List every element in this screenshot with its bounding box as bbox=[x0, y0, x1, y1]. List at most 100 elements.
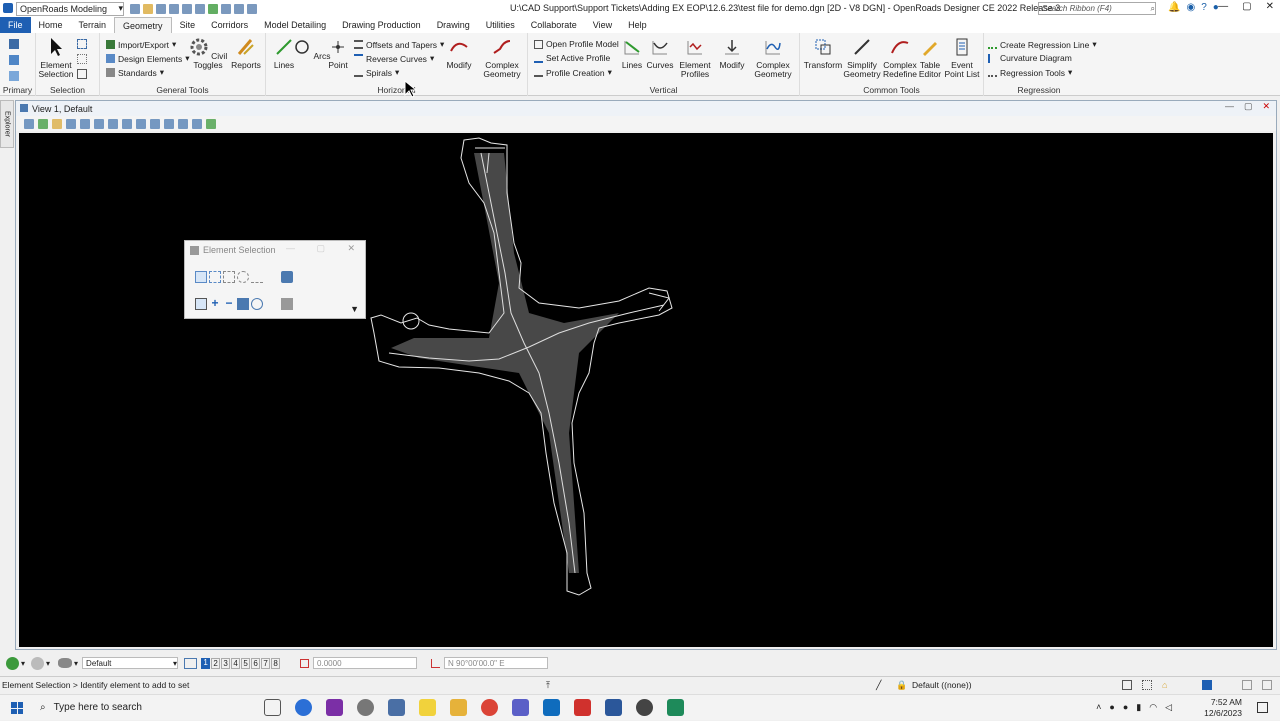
minimize-icon[interactable]: — bbox=[1218, 1, 1228, 12]
attach-tools-icon[interactable] bbox=[9, 55, 19, 65]
reports-button[interactable]: Reports bbox=[226, 37, 266, 70]
notifications-icon[interactable] bbox=[1257, 702, 1268, 713]
distance-input[interactable]: 0.0000 bbox=[313, 657, 418, 669]
onenote-icon[interactable] bbox=[326, 699, 343, 716]
tab-corridors[interactable]: Corridors bbox=[203, 17, 256, 33]
connection-icon[interactable]: ◉ bbox=[1186, 2, 1195, 13]
snap-icon[interactable]: ╱ bbox=[876, 680, 881, 691]
view-button-6[interactable]: 6 bbox=[251, 657, 261, 669]
tool-settings-icon[interactable]: ⤒ bbox=[546, 680, 550, 691]
modify-button[interactable]: Modify bbox=[439, 37, 479, 70]
chevron-down-icon[interactable]: ▾ bbox=[74, 659, 78, 668]
tab-home[interactable]: Home bbox=[31, 17, 71, 33]
microphone-icon[interactable]: ▮ bbox=[1136, 702, 1141, 713]
taskbar-clock[interactable]: 7:52 AM 12/6/2023 bbox=[1204, 695, 1242, 721]
point-button[interactable]: Point bbox=[318, 37, 358, 70]
tab-help[interactable]: Help bbox=[620, 17, 655, 33]
element-profiles-button[interactable]: Element Profiles bbox=[675, 37, 715, 79]
transform-button[interactable]: Transform bbox=[803, 37, 843, 70]
offsets-tapers-button[interactable]: Offsets and Tapers ▾ bbox=[354, 39, 444, 50]
view-button-5[interactable]: 5 bbox=[241, 657, 251, 669]
file-explorer-icon[interactable] bbox=[450, 699, 467, 716]
app-shortcut-icon[interactable] bbox=[295, 699, 312, 716]
close-icon[interactable]: ✕ bbox=[347, 243, 355, 254]
design-elements-button[interactable]: Design Elements ▾ bbox=[106, 53, 190, 64]
ribbon-search-input[interactable]: Search Ribbon (F4) ⌕ bbox=[1038, 2, 1156, 15]
active-level[interactable]: Default ((none)) bbox=[912, 680, 972, 690]
tray-app-icon[interactable]: ● bbox=[1109, 702, 1114, 713]
tab-model-detailing[interactable]: Model Detailing bbox=[256, 17, 334, 33]
redo-icon[interactable] bbox=[195, 3, 205, 14]
tray-app-icon[interactable]: ● bbox=[1123, 702, 1128, 713]
maximize-icon[interactable]: ▢ bbox=[1242, 1, 1251, 12]
calculator-icon[interactable] bbox=[388, 699, 405, 716]
tab-terrain[interactable]: Terrain bbox=[71, 17, 115, 33]
view-button-2[interactable]: 2 bbox=[211, 657, 221, 669]
curvature-diagram-button[interactable]: Curvature Diagram bbox=[988, 53, 1072, 63]
drawing-canvas[interactable] bbox=[19, 133, 1273, 647]
pin-icon[interactable] bbox=[208, 3, 218, 14]
individual-method-icon[interactable] bbox=[195, 271, 207, 283]
shape-method-icon[interactable] bbox=[223, 271, 235, 283]
select-all-icon[interactable] bbox=[281, 298, 293, 310]
view-group-dropdown[interactable]: Default ▾ bbox=[82, 657, 179, 669]
open-file-icon[interactable] bbox=[143, 3, 153, 14]
select-all-icon[interactable] bbox=[77, 39, 87, 49]
select-all-mode-icon[interactable] bbox=[251, 298, 263, 310]
view-button-4[interactable]: 4 bbox=[231, 657, 241, 669]
tab-file[interactable]: File bbox=[0, 17, 31, 33]
maximize-icon[interactable]: ▢ bbox=[316, 243, 325, 254]
message-center-icon[interactable] bbox=[1202, 680, 1212, 690]
app-icon[interactable] bbox=[636, 699, 653, 716]
properties-icon[interactable] bbox=[9, 71, 19, 81]
settings-icon[interactable] bbox=[247, 3, 257, 14]
clear-selection-icon[interactable] bbox=[281, 271, 293, 283]
set-active-profile-button[interactable]: Set Active Profile bbox=[534, 53, 610, 63]
tab-site[interactable]: Site bbox=[172, 17, 204, 33]
publish-icon[interactable] bbox=[234, 3, 244, 14]
event-point-list-button[interactable]: Event Point List bbox=[942, 37, 982, 79]
help-icon[interactable]: ? bbox=[1201, 2, 1207, 13]
save-icon[interactable] bbox=[156, 3, 166, 14]
view-button-3[interactable]: 3 bbox=[221, 657, 231, 669]
vertical-complex-geometry-button[interactable]: Complex Geometry bbox=[750, 37, 796, 79]
explorer-side-tab[interactable]: Explorer bbox=[0, 100, 14, 148]
view-status-icon[interactable] bbox=[1262, 680, 1272, 690]
regression-tools-button[interactable]: Regression Tools ▾ bbox=[988, 67, 1072, 78]
expand-dialog-icon[interactable]: ▼ bbox=[350, 304, 359, 314]
fit-view-icon[interactable] bbox=[122, 118, 132, 129]
clear-selection-icon[interactable] bbox=[77, 69, 87, 79]
profile-creation-button[interactable]: Profile Creation ▾ bbox=[534, 67, 612, 78]
home-status-icon[interactable]: ⌂ bbox=[1162, 680, 1167, 690]
wifi-icon[interactable]: ◠ bbox=[1149, 702, 1157, 713]
view-groups-icon[interactable] bbox=[184, 657, 198, 669]
chevron-down-icon[interactable]: ▾ bbox=[46, 659, 50, 668]
new-file-icon[interactable] bbox=[130, 3, 140, 14]
windows-start-icon[interactable] bbox=[11, 702, 23, 714]
chrome-icon[interactable] bbox=[481, 699, 498, 716]
explorer-icon[interactable] bbox=[9, 39, 19, 49]
model-icon[interactable] bbox=[58, 658, 73, 668]
bearing-input[interactable]: N 90°00'00.0" E bbox=[444, 657, 549, 669]
minimize-icon[interactable]: — bbox=[286, 243, 295, 253]
vertical-modify-button[interactable]: Modify bbox=[712, 37, 752, 70]
task-view-icon[interactable] bbox=[264, 699, 281, 716]
view-attributes-icon[interactable] bbox=[24, 118, 34, 129]
create-regression-line-button[interactable]: Create Regression Line ▾ bbox=[988, 39, 1097, 50]
sticky-notes-icon[interactable] bbox=[419, 699, 436, 716]
new-mode-icon[interactable] bbox=[195, 298, 207, 310]
back-icon[interactable] bbox=[6, 656, 19, 670]
taskbar-search-input[interactable]: ⌕ Type here to search bbox=[32, 695, 252, 721]
view-button-8[interactable]: 8 bbox=[271, 657, 281, 669]
workspace-dropdown[interactable]: OpenRoads Modeling ▾ bbox=[16, 1, 124, 16]
simplify-geometry-button[interactable]: Simplify Geometry bbox=[842, 37, 882, 79]
pan-view-icon[interactable] bbox=[150, 118, 160, 129]
import-export-button[interactable]: Import/Export ▾ bbox=[106, 39, 176, 50]
invert-mode-icon[interactable] bbox=[237, 298, 249, 310]
update-view-icon[interactable] bbox=[66, 118, 76, 129]
element-selection-button[interactable]: Element Selection bbox=[36, 37, 76, 79]
open-profile-model-button[interactable]: Open Profile Model bbox=[534, 39, 619, 49]
civil-toggles-button[interactable]: Civil Toggles bbox=[188, 37, 228, 70]
lock-icon[interactable]: 🔒 bbox=[896, 680, 907, 691]
window-area-icon[interactable] bbox=[108, 118, 118, 129]
